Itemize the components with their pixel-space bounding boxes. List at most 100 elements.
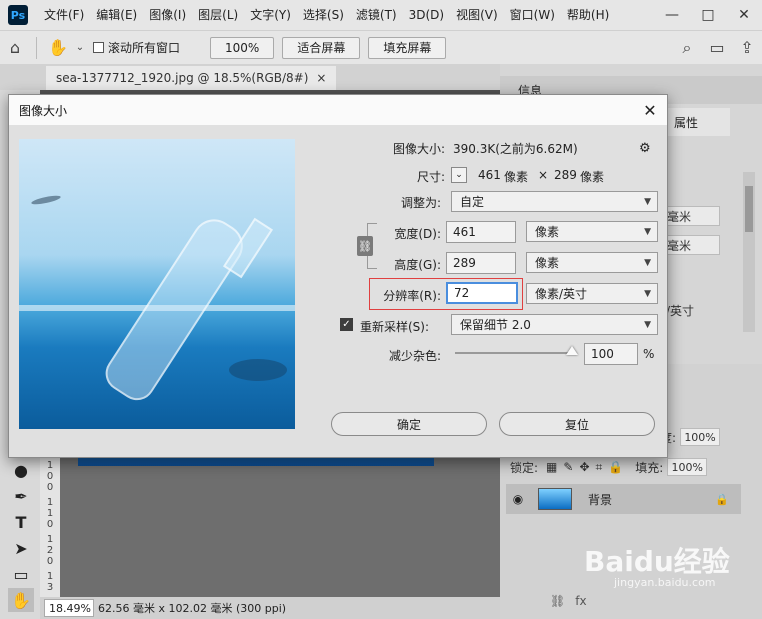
dimension-width-unit: 像素 — [504, 170, 529, 184]
image-preview[interactable] — [19, 139, 295, 429]
chevron-down-icon: ▼ — [644, 257, 651, 268]
menu-image[interactable]: 图像(I) — [143, 0, 192, 30]
search-icon[interactable]: ⌕ — [672, 33, 702, 63]
opacity-field[interactable]: 100% — [680, 428, 721, 446]
ok-button[interactable]: 确定 — [331, 412, 487, 436]
ruler-label: 0 — [46, 482, 54, 493]
menu-edit[interactable]: 编辑(E) — [90, 0, 143, 30]
zoom-level-field[interactable]: 18.49% — [44, 599, 94, 617]
scrollbar-thumb[interactable] — [745, 186, 753, 232]
path-select-tool-icon[interactable]: ➤ — [8, 536, 34, 560]
reduce-noise-unit: % — [643, 347, 655, 361]
dialog-title-bar: 图像大小 ✕ — [9, 95, 667, 125]
resolution-label: 分辨率(R): — [383, 289, 441, 303]
close-tab-icon[interactable]: × — [316, 71, 326, 85]
menu-type[interactable]: 文字(Y) — [244, 0, 297, 30]
properties-scrollbar[interactable] — [743, 172, 755, 332]
zoom-100-button[interactable]: 100% — [210, 36, 275, 59]
ruler-label: 1 — [46, 534, 54, 545]
layer-name: 背景 — [588, 492, 613, 507]
image-size-label: 图像大小: — [392, 142, 445, 156]
fill-field[interactable]: 100% — [667, 458, 708, 476]
resolution-input[interactable]: 72 — [446, 282, 518, 304]
eye-icon[interactable]: ◉ — [506, 492, 530, 506]
maximize-button[interactable]: □ — [690, 0, 726, 30]
ruler-label: 0 — [46, 519, 54, 530]
tab-properties[interactable]: 属性 — [668, 108, 730, 136]
hand-tool-icon[interactable]: ✋ — [43, 33, 73, 63]
ruler-label: 1 — [46, 497, 54, 508]
lock-icons[interactable]: ▦✎✥⌗🔒 — [546, 460, 629, 475]
fit-screen-button[interactable]: 适合屏幕 — [282, 36, 361, 59]
menu-select[interactable]: 选择(S) — [297, 0, 350, 30]
property-width-field[interactable]: 毫米 — [660, 206, 720, 226]
fit-to-select[interactable]: 自定 ▼ — [451, 191, 658, 212]
height-unit-select[interactable]: 像素 ▼ — [526, 252, 658, 273]
height-input[interactable]: 289 — [446, 252, 516, 274]
blur-tool-icon[interactable]: ● — [8, 458, 34, 482]
reduce-noise-slider[interactable] — [455, 352, 571, 354]
reduce-noise-label: 减少杂色: — [388, 349, 441, 363]
link-layers-icon[interactable]: ⛓ — [550, 594, 565, 608]
document-tab[interactable]: sea-1377712_1920.jpg @ 18.5%(RGB/8#) × — [46, 66, 337, 90]
status-bar: 18.49% 62.56 毫米 x 102.02 毫米 (300 ppi) — [40, 597, 500, 619]
ruler-label: 1 — [46, 508, 54, 519]
share-icon[interactable]: ⇪ — [732, 33, 762, 63]
property-resolution-unit: /英寸 — [666, 304, 695, 318]
chevron-down-icon[interactable]: ⌄ — [73, 33, 87, 63]
home-icon[interactable]: ⌂ — [0, 33, 30, 63]
fit-to-label: 调整为: — [400, 196, 441, 210]
width-unit-select[interactable]: 像素 ▼ — [526, 221, 658, 242]
reduce-noise-slider-thumb[interactable] — [566, 346, 578, 355]
dimension-height-value: 289 — [554, 168, 577, 182]
image-size-dialog: 图像大小 ✕ 图像大小: 390.3K(之前为6.62M) ⚙ 尺寸: ⌄ 46… — [8, 94, 668, 458]
type-tool-icon[interactable]: T — [8, 510, 34, 534]
menu-help[interactable]: 帮助(H) — [561, 0, 615, 30]
menu-window[interactable]: 窗口(W) — [504, 0, 561, 30]
minimize-button[interactable]: — — [654, 0, 690, 30]
height-label: 高度(G): — [394, 258, 441, 272]
fx-icon[interactable]: fx — [575, 594, 586, 608]
menu-filter[interactable]: 滤镜(T) — [350, 0, 403, 30]
menu-3d[interactable]: 3D(D) — [403, 0, 450, 30]
ruler-label: 2 — [46, 545, 54, 556]
document-tab-bar: sea-1377712_1920.jpg @ 18.5%(RGB/8#) × — [0, 64, 500, 90]
width-label: 宽度(D): — [394, 227, 441, 241]
menu-view[interactable]: 视图(V) — [450, 0, 504, 30]
layer-row-background[interactable]: ◉ 背景 🔒 — [506, 484, 741, 514]
checkbox-box[interactable] — [93, 42, 104, 53]
property-height-field[interactable]: 毫米 — [660, 235, 720, 255]
reset-button[interactable]: 复位 — [499, 412, 655, 436]
chevron-down-icon: ▼ — [644, 196, 651, 207]
menu-layer[interactable]: 图层(L) — [192, 0, 244, 30]
rectangle-tool-icon[interactable]: ▭ — [8, 562, 34, 586]
width-unit-value: 像素 — [535, 225, 560, 239]
vertical-ruler: 1 0 0 1 1 0 1 2 0 1 3 — [40, 450, 60, 600]
pen-tool-icon[interactable]: ✒ — [8, 484, 34, 508]
document-info[interactable]: 62.56 毫米 x 102.02 毫米 (300 ppi) — [98, 600, 286, 616]
opacity-row: 度: 100% — [660, 428, 721, 446]
scroll-all-windows-checkbox[interactable]: 滚动所有窗口 — [93, 39, 180, 56]
resample-method-select[interactable]: 保留细节 2.0 ▼ — [451, 314, 658, 335]
lock-icon: 🔒 — [715, 492, 729, 506]
fill-label: 填充: — [635, 460, 664, 475]
baidu-watermark: Baidu经验 jingyan.baidu.com — [584, 540, 730, 589]
watermark-url: jingyan.baidu.com — [614, 576, 716, 589]
dialog-close-icon[interactable]: ✕ — [633, 101, 667, 120]
gear-icon[interactable]: ⚙ — [639, 141, 651, 156]
ruler-label: 1 — [46, 571, 54, 582]
layer-thumbnail — [538, 488, 572, 510]
width-input[interactable]: 461 — [446, 221, 516, 243]
hand-tool-active-icon[interactable]: ✋ — [8, 588, 34, 612]
fill-screen-button[interactable]: 填充屏幕 — [368, 36, 447, 59]
menu-file[interactable]: 文件(F) — [38, 0, 90, 30]
close-window-button[interactable]: ✕ — [726, 0, 762, 30]
chevron-down-icon[interactable]: ⌄ — [451, 167, 467, 183]
resolution-unit-select[interactable]: 像素/英寸 ▼ — [526, 283, 658, 304]
canvas-area[interactable] — [60, 450, 500, 600]
workspace-icon[interactable]: ▭ — [702, 33, 732, 63]
height-unit-value: 像素 — [535, 256, 560, 270]
resample-checkbox[interactable]: ✓ — [340, 318, 353, 331]
dimension-label: 尺寸: — [416, 170, 445, 184]
reduce-noise-input[interactable]: 100 — [584, 343, 638, 365]
